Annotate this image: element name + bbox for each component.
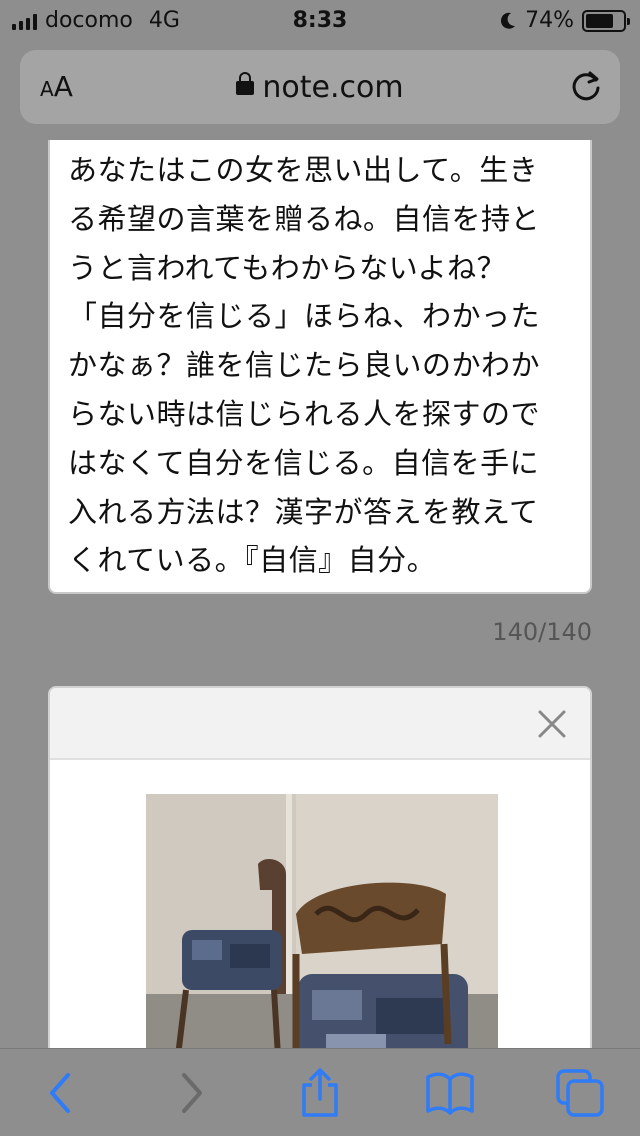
two-chairs-photo	[146, 794, 498, 1048]
image-card-header	[50, 688, 590, 760]
url-field[interactable]: note.com	[20, 70, 620, 105]
browser-toolbar: AA note.com	[0, 44, 640, 140]
battery-percent: 74%	[525, 8, 574, 33]
article-line: くれている。『自信』自分。	[68, 543, 437, 578]
bottom-toolbar	[0, 1048, 640, 1136]
article-line: はなくて自分を信じる。自信を手に	[68, 445, 540, 480]
lock-icon	[236, 72, 255, 95]
tabs-icon[interactable]	[554, 1067, 606, 1119]
battery-fill	[586, 13, 613, 28]
article-line: らない時は信じられる人を探すので	[68, 396, 541, 431]
image-card	[48, 686, 592, 1048]
bookmarks-icon[interactable]	[424, 1067, 476, 1119]
back-icon[interactable]	[36, 1067, 88, 1119]
close-icon[interactable]	[536, 708, 568, 740]
moon-icon	[501, 12, 516, 29]
article-line: る希望の言葉を贈るね。自信を持と	[68, 201, 541, 236]
article-line: 「自分を信じる」ほらね、わかった	[68, 299, 541, 334]
status-right: 74%	[499, 8, 630, 33]
web-page[interactable]: あなたはこの女を思い出して。生き る希望の言葉を贈るね。自信を持と うと言われて…	[0, 140, 640, 1048]
battery-icon	[582, 9, 630, 32]
article-line: あなたはこの女を思い出して。生き	[68, 153, 539, 187]
article-line: かなぁ？誰を信じたら良いのかわか	[68, 348, 541, 383]
article-line: 入れる方法は？漢字が答えを教えて	[68, 494, 539, 529]
forward-icon[interactable]	[164, 1067, 216, 1119]
character-counter: 140/140	[492, 618, 592, 646]
status-bar: docomo 4G 8:33 74%	[0, 0, 640, 44]
article-text-card[interactable]: あなたはこの女を思い出して。生き る希望の言葉を贈るね。自信を持と うと言われて…	[48, 140, 592, 594]
address-bar[interactable]: AA note.com	[20, 50, 620, 124]
share-icon[interactable]	[294, 1067, 346, 1119]
reload-icon[interactable]	[568, 68, 604, 104]
article-line: うと言われてもわからないよね？	[68, 250, 507, 285]
url-text: note.com	[262, 70, 404, 105]
